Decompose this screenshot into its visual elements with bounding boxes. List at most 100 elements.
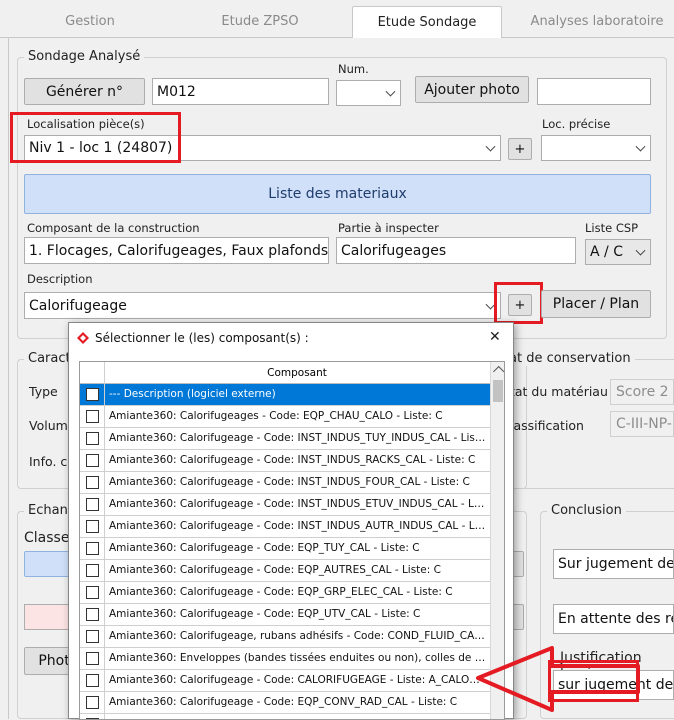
row-checkbox[interactable]: [86, 454, 99, 467]
liste-csp-select[interactable]: A / C: [585, 239, 651, 265]
row-label: Amiante360: Calorifugeage - Code: EQP_TU…: [109, 542, 420, 554]
row-checkbox[interactable]: [86, 476, 99, 489]
num-label: Num.: [338, 62, 369, 76]
highlight-localisation: [10, 112, 181, 163]
cell-separator: [104, 384, 105, 405]
composant-grid: Composant --- Description (logiciel exte…: [79, 361, 505, 720]
cell-separator: [104, 692, 105, 713]
partie-field[interactable]: Calorifugeages: [336, 237, 576, 264]
conclusion-field-1[interactable]: Sur jugement de l: [553, 549, 674, 579]
table-row[interactable]: Amiante360: Calorifugeage - Code: INST_I…: [80, 516, 490, 538]
row-checkbox[interactable]: [86, 630, 99, 643]
materials-list-button[interactable]: Liste des materiaux: [24, 174, 651, 214]
type-label: Type: [29, 384, 58, 399]
loc-precise-label: Loc. précise: [542, 117, 611, 131]
photo-field[interactable]: [537, 78, 651, 105]
etat-label: tat du matériau: [510, 384, 608, 399]
etat-value: Score 2: [610, 379, 674, 405]
table-row[interactable]: Amiante360: Calorifugeage, rubans adhési…: [80, 626, 490, 648]
row-label: Amiante360: Calorifugeage - Code: EQP_UT…: [109, 608, 421, 620]
row-checkbox[interactable]: [86, 696, 99, 709]
tab-gestion[interactable]: Gestion: [20, 6, 160, 38]
table-row[interactable]: Amiante360: Calorifugeage - Code: EQP_AU…: [80, 560, 490, 582]
partie-label: Partie à inspecter: [338, 221, 439, 235]
cell-separator: [104, 516, 105, 537]
row-checkbox[interactable]: [86, 564, 99, 577]
scroll-up-icon[interactable]: [493, 365, 504, 378]
placer-plan-button[interactable]: Placer / Plan: [541, 290, 651, 318]
table-row[interactable]: Amiante360: Calorifugeage - Code: CALORI…: [80, 670, 490, 692]
annotation-arrow: [476, 646, 640, 712]
row-checkbox[interactable]: [86, 586, 99, 599]
liste-csp-label: Liste CSP: [585, 221, 639, 235]
cell-separator: [104, 648, 105, 669]
row-label: Amiante360: Calorifugeage - Code: INST_I…: [109, 498, 487, 510]
conclusion-group-label: Conclusion: [547, 503, 626, 518]
tab-etude-zpso[interactable]: Etude ZPSO: [180, 6, 340, 38]
num-select[interactable]: [336, 80, 401, 106]
row-label: Amiante360: Enveloppes (bandes tissées e…: [109, 652, 487, 664]
row-checkbox[interactable]: [86, 652, 99, 665]
cell-separator: [104, 538, 105, 559]
row-label: --- Description (logiciel externe): [109, 388, 276, 400]
chevron-down-icon: [635, 141, 646, 152]
row-checkbox[interactable]: [86, 608, 99, 621]
row-label: Amiante360: Calorifugeage, rubans adhési…: [109, 630, 487, 642]
generate-number-button[interactable]: Générer n°: [24, 78, 145, 105]
row-checkbox[interactable]: [86, 520, 99, 533]
cell-separator: [104, 670, 105, 691]
code-field[interactable]: M012: [152, 78, 329, 105]
description-select[interactable]: Calorifugeage: [24, 292, 501, 319]
column-header[interactable]: Composant: [80, 362, 490, 384]
row-checkbox[interactable]: [86, 674, 99, 687]
table-row[interactable]: Amiante360: Calorifugeage - Code: EQP_TU…: [80, 538, 490, 560]
row-label: Amiante360: Calorifugeage - Code: EQP_CH…: [109, 714, 487, 719]
description-value: Calorifugeage: [29, 297, 127, 314]
row-label: Amiante360: Calorifugeage - Code: CALORI…: [109, 674, 487, 686]
etat-group-label: at de conservation: [505, 351, 635, 366]
table-row[interactable]: Amiante360: Calorifugeage - Code: INST_I…: [80, 472, 490, 494]
table-row[interactable]: Amiante360: Enveloppes (bandes tissées e…: [80, 648, 490, 670]
dialog-titlebar: Sélectionner le (les) composant(s) : ✕: [69, 323, 513, 353]
cell-separator: [104, 560, 105, 581]
row-checkbox[interactable]: [86, 498, 99, 511]
close-icon[interactable]: ✕: [489, 329, 501, 345]
classification-label: lassification: [510, 418, 584, 433]
add-localisation-button[interactable]: +: [508, 138, 532, 160]
row-label: Amiante360: Calorifugeage - Code: INST_I…: [109, 476, 470, 488]
add-photo-button[interactable]: Ajouter photo: [415, 76, 529, 103]
conclusion-field-2[interactable]: En attente des rés: [553, 604, 674, 634]
tab-etude-sondage[interactable]: Etude Sondage: [352, 6, 502, 39]
composant-field[interactable]: 1. Flocages, Calorifugeages, Faux plafon…: [24, 237, 329, 264]
row-label: Amiante360: Calorifugeage - Code: EQP_AU…: [109, 564, 441, 576]
cell-separator: [104, 472, 105, 493]
composant-label: Composant de la construction: [27, 221, 200, 235]
scrollbar-thumb[interactable]: [493, 380, 503, 402]
cell-separator: [104, 494, 105, 515]
row-checkbox[interactable]: [86, 388, 99, 401]
chevron-down-icon: [635, 245, 646, 256]
table-row[interactable]: Amiante360: Calorifugeage - Code: EQP_UT…: [80, 604, 490, 626]
classe-label: Classe: [24, 530, 70, 546]
dialog-title: Sélectionner le (les) composant(s) :: [95, 331, 309, 345]
app-logo-icon: [76, 331, 90, 345]
row-checkbox[interactable]: [86, 542, 99, 555]
row-label: Amiante360: Calorifugeage - Code: EQP_CO…: [109, 696, 458, 708]
table-row[interactable]: Amiante360: Calorifugeage - Code: EQP_CH…: [80, 714, 490, 719]
cell-separator: [104, 450, 105, 471]
table-row[interactable]: Amiante360: Calorifugeage - Code: EQP_GR…: [80, 582, 490, 604]
cell-separator: [104, 604, 105, 625]
table-row[interactable]: Amiante360: Calorifugeage - Code: INST_I…: [80, 494, 490, 516]
tab-bar: Gestion Etude ZPSO Etude Sondage Analyse…: [0, 0, 674, 39]
column-header-label: Composant: [267, 367, 327, 379]
loc-precise-select[interactable]: [541, 135, 651, 161]
row-checkbox[interactable]: [86, 432, 99, 445]
tab-analyses-laboratoire[interactable]: Analyses laboratoire: [520, 6, 674, 38]
table-row[interactable]: --- Description (logiciel externe): [80, 384, 490, 406]
classification-value: C-III-NP-N: [610, 411, 674, 437]
table-row[interactable]: Amiante360: Calorifugeage - Code: EQP_CO…: [80, 692, 490, 714]
table-row[interactable]: Amiante360: Calorifugeage - Code: INST_I…: [80, 450, 490, 472]
row-checkbox[interactable]: [86, 410, 99, 423]
table-row[interactable]: Amiante360: Calorifugeages - Code: EQP_C…: [80, 406, 490, 428]
table-row[interactable]: Amiante360: Calorifugeage - Code: INST_I…: [80, 428, 490, 450]
